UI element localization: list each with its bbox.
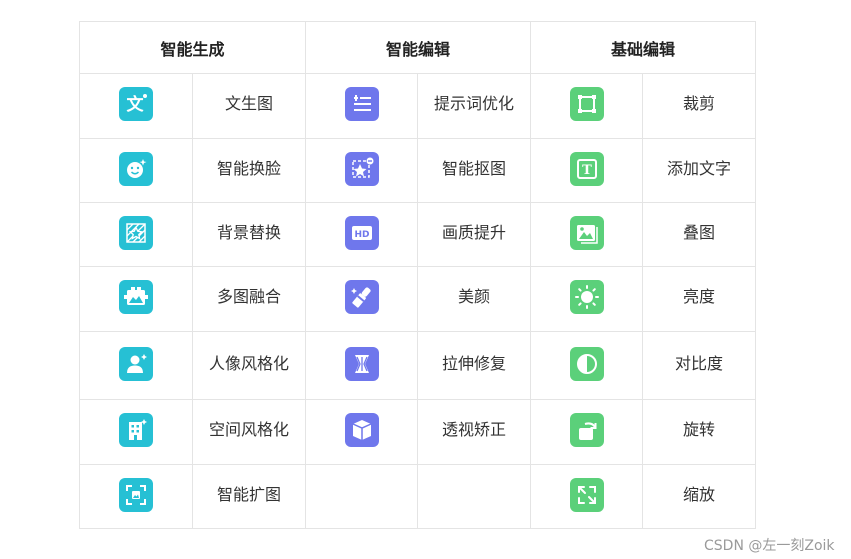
feature-label: 空间风格化 [209,420,290,439]
feature-stretch-repair[interactable]: 拉伸修复 [417,331,532,400]
face-swap-icon[interactable] [119,151,153,186]
feature-label: 亮度 [683,287,716,306]
feature-crop[interactable]: 裁剪 [642,73,757,139]
image-expand-icon[interactable] [119,477,153,512]
feature-image-expand[interactable]: 智能扩图 [191,464,307,529]
feature-multi-image-fusion[interactable]: 多图融合 [191,266,307,332]
svg-text:文: 文 [127,94,145,115]
feature-label: 背景替换 [217,222,282,242]
feature-face-swap[interactable]: 智能换脸 [191,138,307,203]
feature-space-style[interactable]: 空间风格化 [191,399,307,465]
smart-cutout-icon[interactable] [344,151,379,186]
feature-label: 拉伸修复 [442,353,507,373]
prompt-optimize-icon[interactable] [344,87,379,121]
feature-prompt-optimize[interactable]: 提示词优化 [417,73,532,139]
stretch-repair-icon[interactable] [344,346,379,381]
feature-text-to-image[interactable]: 文生图 [191,73,307,139]
feature-label: 提示词优化 [434,94,515,113]
hd-icon[interactable]: HD [344,215,379,250]
multi-image-fusion-icon[interactable] [119,280,153,314]
brightness-icon[interactable] [569,280,604,314]
feature-contrast[interactable]: 对比度 [642,331,757,400]
feature-label: 文生图 [225,94,274,113]
feature-zoom[interactable]: 缩放 [642,464,757,529]
feature-label: 缩放 [683,484,716,504]
feature-label: 添加文字 [667,158,732,178]
feature-label: 裁剪 [683,94,716,113]
feature-label: 人像风格化 [209,353,290,373]
feature-label: 智能抠图 [442,158,507,178]
feature-label: 叠图 [683,222,716,242]
header-smart-edit: 智能编辑 [305,21,532,74]
rotate-icon[interactable] [569,413,604,447]
space-style-icon[interactable] [119,413,153,447]
feature-hd-upscale[interactable]: 画质提升 [417,202,532,267]
overlay-image-icon[interactable] [569,215,604,250]
feature-brightness[interactable]: 亮度 [642,266,757,332]
zoom-icon[interactable] [569,477,604,512]
feature-portrait-style[interactable]: 人像风格化 [191,331,307,400]
feature-rotate[interactable]: 旋转 [642,399,757,465]
feature-add-text[interactable]: 添加文字 [642,138,757,203]
feature-background-replace[interactable]: 背景替换 [191,202,307,267]
background-replace-icon[interactable] [119,215,153,250]
feature-label: 智能换脸 [217,158,282,178]
feature-label: 透视矫正 [442,420,507,439]
feature-overlay-image[interactable]: 叠图 [642,202,757,267]
text-to-image-icon[interactable]: 文 [119,87,153,121]
watermark: CSDN @左一刻Zoik [704,538,835,554]
feature-label: 多图融合 [217,287,282,306]
feature-label: 旋转 [683,420,716,439]
feature-perspective-correct[interactable]: 透视矫正 [417,399,532,465]
feature-label: 智能扩图 [217,484,282,504]
contrast-icon[interactable] [569,346,604,381]
feature-smart-cutout[interactable]: 智能抠图 [417,138,532,203]
beauty-icon[interactable] [344,280,379,314]
header-smart-generate: 智能生成 [78,21,307,74]
perspective-correct-icon[interactable] [344,413,379,447]
header-basic-edit: 基础编辑 [530,21,757,74]
feature-label: 画质提升 [442,222,507,242]
svg-text:T: T [582,163,592,178]
portrait-style-icon[interactable] [119,346,153,381]
feature-label: 对比度 [675,353,724,373]
feature-beauty[interactable]: 美颜 [417,266,532,332]
svg-text:HD: HD [354,230,369,240]
add-text-icon[interactable]: T [569,151,604,186]
feature-label: 美颜 [458,287,491,306]
feature-table: 智能生成 智能编辑 基础编辑 文 文生图 提示词优化 裁剪 智能换脸 智能抠图 … [78,21,757,529]
crop-icon[interactable] [569,87,604,121]
